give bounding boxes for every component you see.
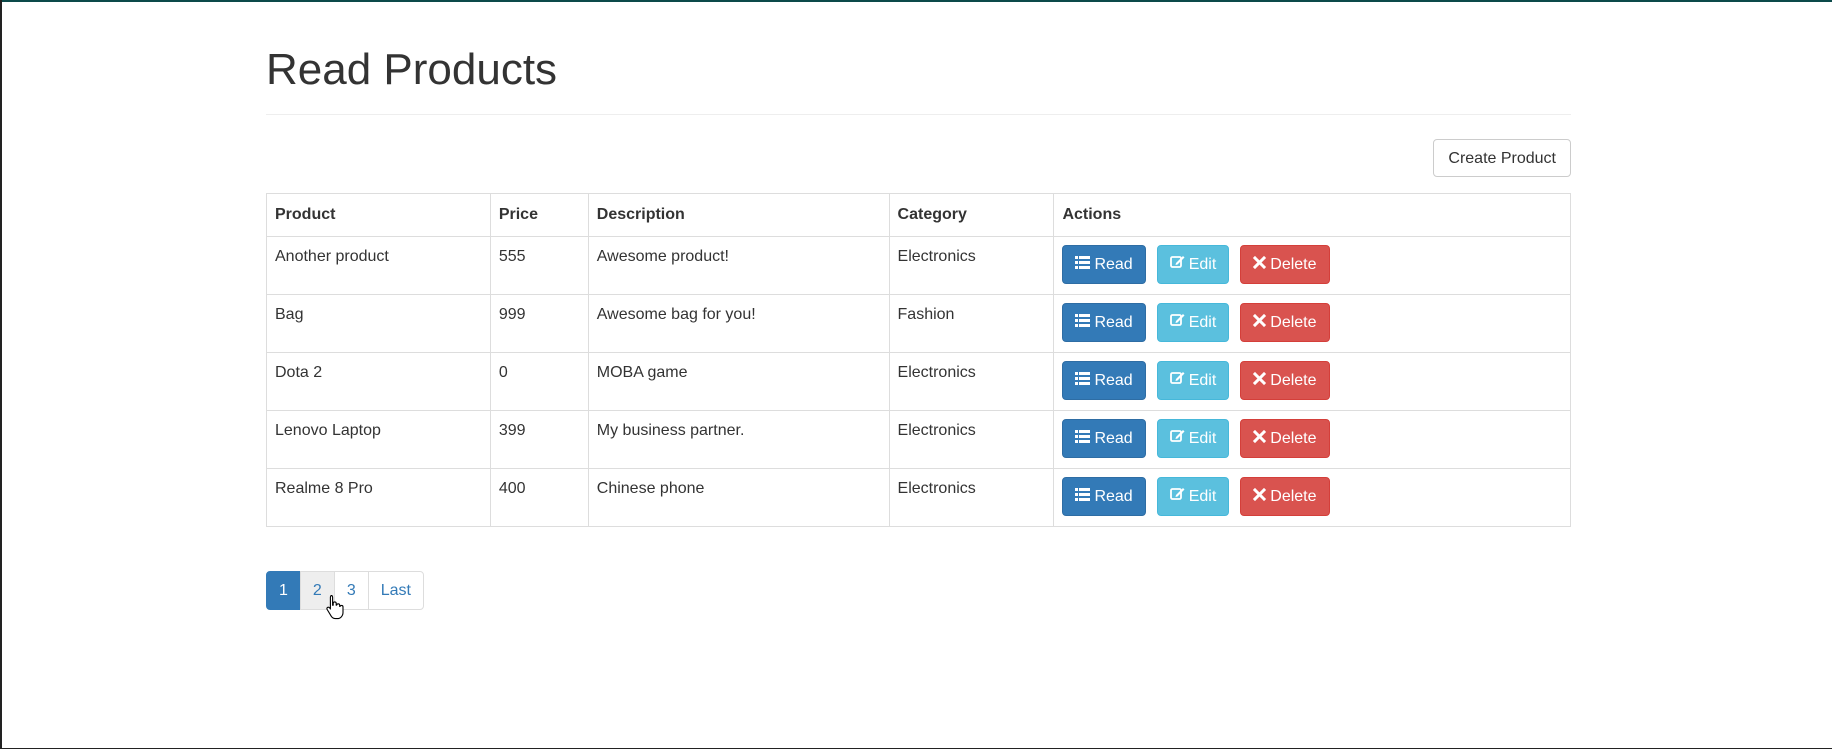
read-button[interactable]: Read bbox=[1062, 303, 1146, 342]
cell-price: 555 bbox=[489, 236, 589, 295]
cell-product: Lenovo Laptop bbox=[266, 410, 491, 469]
hand-cursor-icon bbox=[326, 594, 344, 620]
cell-price: 400 bbox=[489, 468, 589, 527]
column-header-actions: Actions bbox=[1053, 193, 1571, 237]
cell-actions: Read Edit Delete bbox=[1053, 410, 1571, 469]
edit-label: Edit bbox=[1188, 372, 1217, 389]
edit-icon bbox=[1169, 478, 1185, 515]
delete-button[interactable]: Delete bbox=[1240, 303, 1330, 342]
edit-button[interactable]: Edit bbox=[1156, 245, 1230, 284]
cell-category: Electronics bbox=[888, 410, 1055, 469]
column-header-product: Product bbox=[266, 193, 491, 237]
cell-category: Electronics bbox=[888, 236, 1055, 295]
table-header-row: Product Price Description Category Actio… bbox=[266, 193, 1571, 237]
table-row: Realme 8 Pro 400 Chinese phone Electronics R… bbox=[266, 468, 1571, 527]
table-row: Lenovo Laptop 399 My business partner. Elec… bbox=[266, 410, 1571, 469]
close-icon bbox=[1253, 246, 1267, 283]
edit-label: Edit bbox=[1188, 256, 1217, 273]
delete-button[interactable]: Delete bbox=[1240, 245, 1330, 284]
column-header-category: Category bbox=[888, 193, 1055, 237]
column-header-description: Description bbox=[587, 193, 890, 237]
cell-product: Bag bbox=[266, 294, 491, 353]
products-table: Product Price Description Category Actio… bbox=[266, 193, 1571, 527]
read-label: Read bbox=[1094, 488, 1133, 505]
cell-category: Fashion bbox=[888, 294, 1055, 353]
edit-icon bbox=[1169, 362, 1185, 399]
edit-button[interactable]: Edit bbox=[1156, 477, 1230, 516]
pagination: 1 2 3 Last bbox=[266, 571, 424, 610]
table-row: Bag 999 Awesome bag for you! Fashion Read Edi… bbox=[266, 294, 1571, 353]
read-label: Read bbox=[1094, 372, 1133, 389]
cell-price: 399 bbox=[489, 410, 589, 469]
window-top-border bbox=[0, 0, 1832, 2]
edit-icon bbox=[1169, 420, 1185, 457]
read-button[interactable]: Read bbox=[1062, 245, 1146, 284]
window-left-border bbox=[0, 0, 2, 749]
edit-label: Edit bbox=[1188, 430, 1217, 447]
delete-label: Delete bbox=[1270, 372, 1317, 389]
edit-button[interactable]: Edit bbox=[1156, 419, 1230, 458]
cell-product: Dota 2 bbox=[266, 352, 491, 411]
delete-button[interactable]: Delete bbox=[1240, 477, 1330, 516]
cell-description: MOBA game bbox=[587, 352, 890, 411]
column-header-price: Price bbox=[489, 193, 589, 237]
cell-price: 0 bbox=[489, 352, 589, 411]
read-label: Read bbox=[1094, 256, 1133, 273]
edit-label: Edit bbox=[1188, 314, 1217, 331]
list-icon bbox=[1075, 246, 1091, 283]
close-icon bbox=[1253, 362, 1267, 399]
read-button[interactable]: Read bbox=[1062, 419, 1146, 458]
delete-button[interactable]: Delete bbox=[1240, 419, 1330, 458]
cell-category: Electronics bbox=[888, 468, 1055, 527]
cell-description: My business partner. bbox=[587, 410, 890, 469]
read-label: Read bbox=[1094, 430, 1133, 447]
cell-actions: Read Edit Delete bbox=[1053, 236, 1571, 295]
cell-price: 999 bbox=[489, 294, 589, 353]
read-button[interactable]: Read bbox=[1062, 477, 1146, 516]
close-icon bbox=[1253, 478, 1267, 515]
cell-description: Chinese phone bbox=[587, 468, 890, 527]
cell-actions: Read Edit Delete bbox=[1053, 352, 1571, 411]
title-divider bbox=[266, 114, 1571, 115]
page-link-1[interactable]: 1 bbox=[266, 571, 301, 610]
read-button[interactable]: Read bbox=[1062, 361, 1146, 400]
page-title: Read Products bbox=[266, 45, 558, 94]
cell-product: Another product bbox=[266, 236, 491, 295]
close-icon bbox=[1253, 304, 1267, 341]
close-icon bbox=[1253, 420, 1267, 457]
cell-actions: Read Edit Delete bbox=[1053, 294, 1571, 353]
cell-product: Realme 8 Pro bbox=[266, 468, 491, 527]
delete-label: Delete bbox=[1270, 314, 1317, 331]
table-row: Another product 555 Awesome product! Electr… bbox=[266, 236, 1571, 295]
create-product-button[interactable]: Create Product bbox=[1433, 139, 1571, 177]
edit-icon bbox=[1169, 304, 1185, 341]
cell-description: Awesome bag for you! bbox=[587, 294, 890, 353]
edit-button[interactable]: Edit bbox=[1156, 303, 1230, 342]
cell-actions: Read Edit Delete bbox=[1053, 468, 1571, 527]
delete-label: Delete bbox=[1270, 488, 1317, 505]
list-icon bbox=[1075, 362, 1091, 399]
list-icon bbox=[1075, 304, 1091, 341]
list-icon bbox=[1075, 420, 1091, 457]
edit-button[interactable]: Edit bbox=[1156, 361, 1230, 400]
delete-label: Delete bbox=[1270, 430, 1317, 447]
table-row: Dota 2 0 MOBA game Electronics Read Edit Delet… bbox=[266, 352, 1571, 411]
cell-description: Awesome product! bbox=[587, 236, 890, 295]
delete-label: Delete bbox=[1270, 256, 1317, 273]
read-label: Read bbox=[1094, 314, 1133, 331]
delete-button[interactable]: Delete bbox=[1240, 361, 1330, 400]
page-link-last[interactable]: Last bbox=[367, 571, 424, 610]
edit-label: Edit bbox=[1188, 488, 1217, 505]
list-icon bbox=[1075, 478, 1091, 515]
edit-icon bbox=[1169, 246, 1185, 283]
cell-category: Electronics bbox=[888, 352, 1055, 411]
